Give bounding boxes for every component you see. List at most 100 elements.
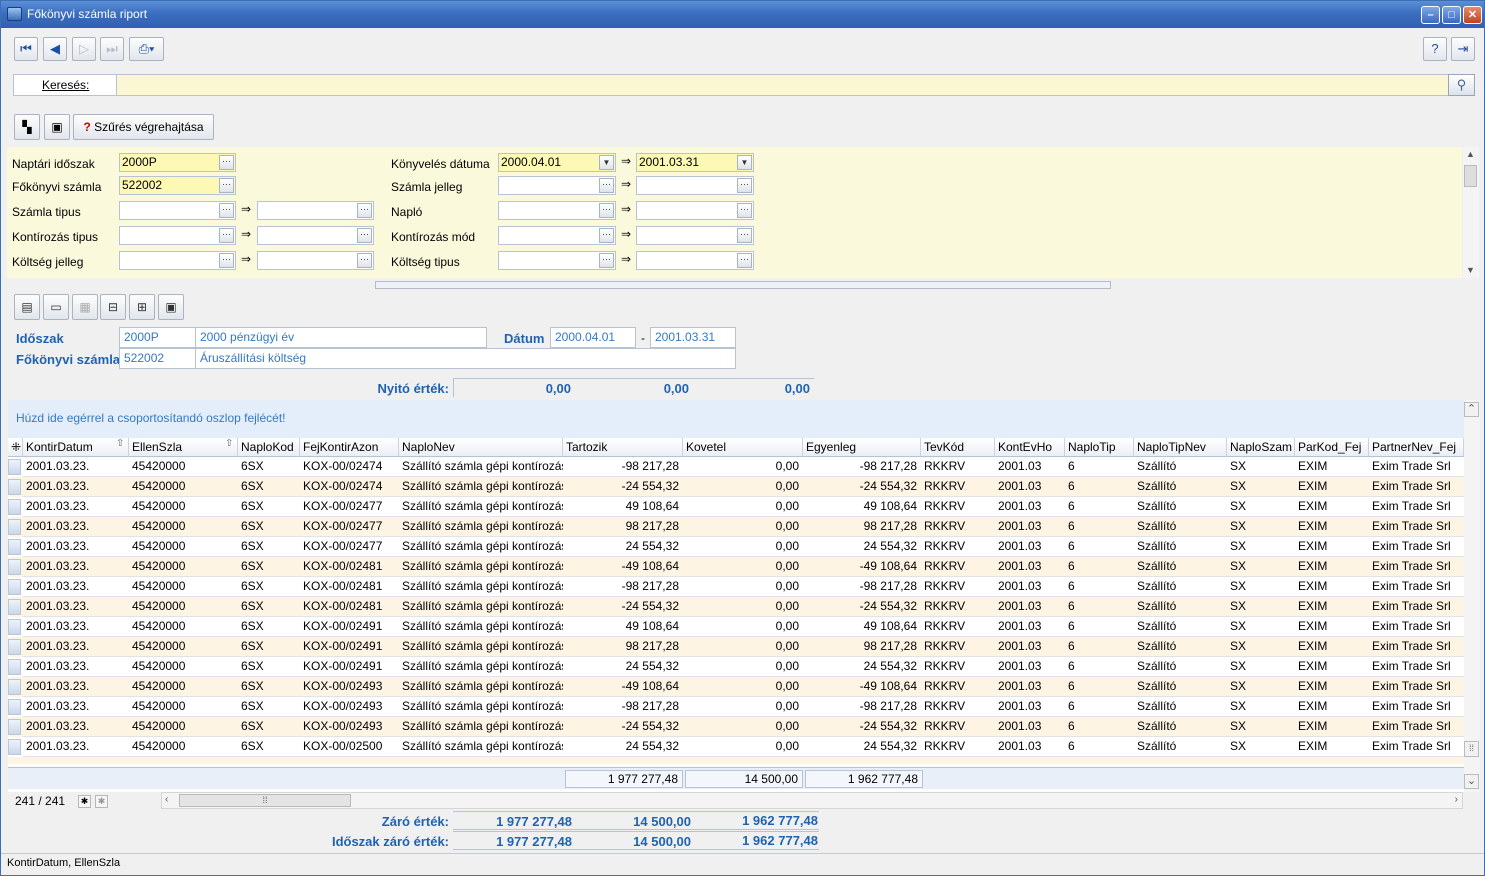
table-row[interactable]: 2001.03.23. 45420000 6SX KOX-00/02474 Szállí… [8,457,1464,477]
cell-tartozik[interactable]: 98 217,28 [563,637,683,657]
table-row[interactable]: 2001.03.23. 45420000 6SX KOX-00/02477 Szállí… [8,537,1464,557]
cell-tartozik[interactable]: -49 108,64 [563,677,683,697]
cell-fej-kontir-azon[interactable]: KOX-00/02493 [300,677,399,697]
row-indicator[interactable] [8,479,21,495]
next-record-icon[interactable]: ▷ [72,37,96,61]
cell-tev-kod[interactable]: RKKRV [921,477,995,497]
column-header-par-kod-fej[interactable]: ParKod_Fej [1295,438,1369,457]
ellipsis-icon[interactable]: ··· [599,203,614,218]
cell-ellen-szla[interactable]: 45420000 [129,557,238,577]
cell-fej-kontir-azon[interactable]: KOX-00/02493 [300,697,399,717]
grid-horizontal-scrollbar[interactable]: ‹ ⁞⁞ › [161,792,1463,809]
cell-kont-ev-ho[interactable]: 2001.03 [995,717,1065,737]
row-indicator[interactable] [8,499,21,515]
cell-tev-kod[interactable]: RKKRV [921,557,995,577]
cell-naplo-kod[interactable]: 6SX [238,577,300,597]
cell-naplo-tip-nev[interactable]: Szállító [1134,657,1227,677]
szamla-tipus-to-input[interactable]: ··· [257,201,374,220]
cell-naplo-szam[interactable]: SX [1227,497,1295,517]
cell-tartozik[interactable]: 24 554,32 [563,657,683,677]
cell-tev-kod[interactable]: RKKRV [921,457,995,477]
cell-ellen-szla[interactable]: 45420000 [129,497,238,517]
cell-egyenleg[interactable]: -98 217,28 [803,577,921,597]
cell-naplo-kod[interactable]: 6SX [238,597,300,617]
cell-ellen-szla[interactable]: 45420000 [129,517,238,537]
scroll-thumb[interactable]: ⁞⁞ [179,794,351,807]
cell-tartozik[interactable]: -24 554,32 [563,717,683,737]
cell-naplo-kod[interactable]: 6SX [238,537,300,557]
cell-egyenleg[interactable]: 24 554,32 [803,537,921,557]
add-record-icon[interactable]: ✱ [78,795,91,808]
kontirozas-mod-to-input[interactable]: ··· [636,226,754,245]
cell-tev-kod[interactable]: RKKRV [921,737,995,757]
filter-scrollbar[interactable]: ▲ ▼ [1463,147,1479,278]
cell-egyenleg[interactable]: 49 108,64 [803,617,921,637]
row-indicator[interactable] [8,739,21,755]
cell-partner-nev-fej[interactable]: Exim Trade Srl [1369,477,1464,497]
cell-ellen-szla[interactable]: 45420000 [129,617,238,637]
cell-tartozik[interactable]: -24 554,32 [563,597,683,617]
execute-filter-button[interactable]: ? Szűrés végrehajtása [73,114,214,140]
cell-naplo-kod[interactable]: 6SX [238,717,300,737]
scroll-thumb-grip-icon[interactable]: ⁞⁞ [1464,741,1479,757]
cell-tev-kod[interactable]: RKKRV [921,597,995,617]
koltseg-tipus-to-input[interactable]: ··· [636,251,754,270]
cell-fej-kontir-azon[interactable]: KOX-00/02481 [300,577,399,597]
cell-kovetel[interactable]: 0,00 [683,697,803,717]
group-panel-icon[interactable]: ⊟ [100,294,126,320]
group-by-area[interactable]: Húzd ide egérrel a csoportosítandó oszlo… [8,400,1464,438]
row-indicator[interactable] [8,679,21,695]
cell-tartozik[interactable]: -98 217,28 [563,577,683,597]
ellipsis-icon[interactable]: ··· [737,228,752,243]
cell-partner-nev-fej[interactable]: Exim Trade Srl [1369,557,1464,577]
cell-par-kod-fej[interactable]: EXIM [1295,717,1369,737]
cell-naplo-nev[interactable]: Szállító számla gépi kontírozás [399,597,563,617]
szamla-jelleg-from-input[interactable]: ··· [498,176,616,195]
cell-naplo-nev[interactable]: Szállító számla gépi kontírozás [399,677,563,697]
column-header-partner-nev-fej[interactable]: PartnerNev_Fej [1369,438,1464,457]
column-chooser-icon[interactable]: ⁜ [8,438,23,457]
cell-naplo-tip[interactable]: 6 [1065,737,1134,757]
cell-egyenleg[interactable]: 24 554,32 [803,657,921,677]
cell-egyenleg[interactable]: -49 108,64 [803,557,921,577]
cell-tartozik[interactable]: -49 108,64 [563,557,683,577]
cell-naplo-nev[interactable]: Szállító számla gépi kontírozás [399,497,563,517]
cell-kovetel[interactable]: 0,00 [683,517,803,537]
cell-par-kod-fej[interactable]: EXIM [1295,497,1369,517]
cell-fej-kontir-azon[interactable]: KOX-00/02477 [300,537,399,557]
cell-tev-kod[interactable]: RKKRV [921,677,995,697]
column-header-naplo-tip-nev[interactable]: NaploTipNev [1134,438,1227,457]
row-indicator[interactable] [8,699,21,715]
cell-par-kod-fej[interactable]: EXIM [1295,457,1369,477]
cell-partner-nev-fej[interactable]: Exim Trade Srl [1369,517,1464,537]
cell-partner-nev-fej[interactable]: Exim Trade Srl [1369,617,1464,637]
cell-naplo-nev[interactable]: Szállító számla gépi kontírozás [399,517,563,537]
cell-partner-nev-fej[interactable]: Exim Trade Srl [1369,657,1464,677]
cell-naplo-tip[interactable]: 6 [1065,597,1134,617]
cell-kont-ev-ho[interactable]: 2001.03 [995,577,1065,597]
cell-partner-nev-fej[interactable]: Exim Trade Srl [1369,577,1464,597]
cell-kovetel[interactable]: 0,00 [683,557,803,577]
cell-naplo-nev[interactable]: Szállító számla gépi kontírozás [399,457,563,477]
cell-fej-kontir-azon[interactable]: KOX-00/02493 [300,717,399,737]
cell-naplo-nev[interactable]: Szállító számla gépi kontírozás [399,577,563,597]
ellipsis-icon[interactable]: ··· [219,228,234,243]
scroll-left-icon[interactable]: ‹ [165,794,168,805]
cell-naplo-nev[interactable]: Szállító számla gépi kontírozás [399,537,563,557]
cell-kont-ev-ho[interactable]: 2001.03 [995,737,1065,757]
close-button[interactable]: ✕ [1463,6,1482,24]
cell-kont-ev-ho[interactable]: 2001.03 [995,637,1065,657]
cell-par-kod-fej[interactable]: EXIM [1295,577,1369,597]
exit-icon[interactable]: ⇥ [1451,37,1475,61]
cell-tev-kod[interactable]: RKKRV [921,617,995,637]
naplo-from-input[interactable]: ··· [498,201,616,220]
cell-kontir-datum[interactable]: 2001.03.23. [23,597,129,617]
cell-par-kod-fej[interactable]: EXIM [1295,557,1369,577]
cell-naplo-tip-nev[interactable]: Szállító [1134,457,1227,477]
cell-kontir-datum[interactable]: 2001.03.23. [23,657,129,677]
cell-kovetel[interactable]: 0,00 [683,537,803,557]
cell-kont-ev-ho[interactable]: 2001.03 [995,477,1065,497]
cell-par-kod-fej[interactable]: EXIM [1295,637,1369,657]
cell-partner-nev-fej[interactable]: Exim Trade Srl [1369,597,1464,617]
column-header-ellen-szla[interactable]: EllenSzla [129,438,238,457]
